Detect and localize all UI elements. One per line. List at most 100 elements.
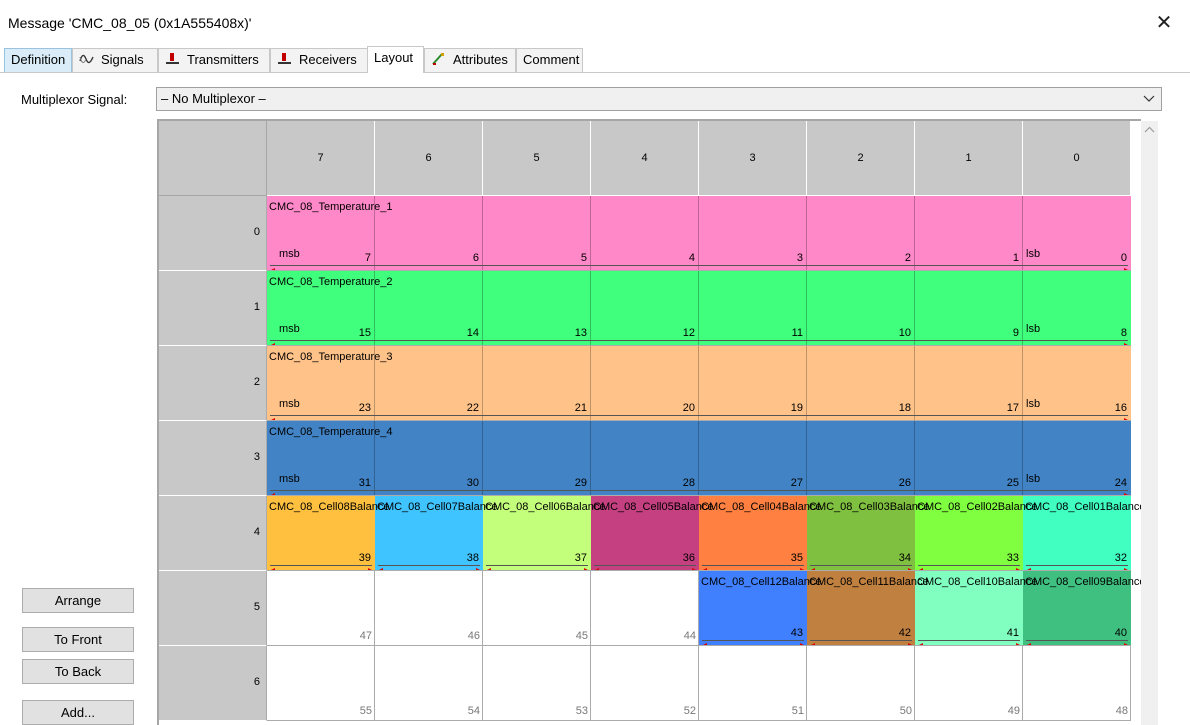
signal-span-line: [270, 415, 1128, 416]
to-front-button[interactable]: To Front: [22, 627, 134, 652]
msb-label: msb: [279, 248, 300, 260]
bit-cell[interactable]: 47: [267, 571, 375, 646]
byte-row-header: 1: [159, 271, 267, 346]
tab-signals[interactable]: Signals: [72, 48, 158, 72]
bit-number: 21: [574, 402, 587, 414]
bit-number: 44: [683, 630, 696, 642]
bit-number: 46: [467, 630, 480, 642]
bit-divider: [698, 346, 699, 420]
msb-label: msb: [279, 398, 300, 410]
bit-number: 26: [898, 477, 911, 489]
bit-cell[interactable]: 48: [1023, 646, 1131, 721]
signal-span-line: [270, 265, 1128, 266]
signal-name: CMC_08_Temperature_4: [269, 426, 393, 438]
tab-comment[interactable]: Comment: [516, 48, 583, 72]
signal-name: CMC_08_Cell01Balance: [1025, 501, 1141, 513]
scroll-up-icon[interactable]: [1141, 121, 1158, 138]
arrow-right-icon: [368, 563, 374, 570]
tab-attributes[interactable]: Attributes: [424, 48, 516, 72]
bit-number: 50: [899, 705, 912, 717]
arrow-left-icon: [377, 563, 383, 570]
arrow-left-icon: [269, 263, 275, 270]
tab-definition[interactable]: Definition: [4, 48, 72, 72]
transmitter-icon: [165, 51, 181, 65]
signal-span-line: [378, 565, 480, 566]
bit-number: 6: [472, 252, 479, 264]
vertical-scrollbar[interactable]: [1141, 121, 1158, 725]
arrow-right-icon: [1124, 563, 1130, 570]
arrow-right-icon: [1124, 488, 1130, 495]
bit-divider: [1022, 421, 1023, 495]
bit-cell[interactable]: 45: [483, 571, 591, 646]
arrange-button[interactable]: Arrange: [22, 588, 134, 613]
signal-span-line: [270, 565, 372, 566]
to-back-button[interactable]: To Back: [22, 659, 134, 684]
tab-signals-label: Signals: [101, 52, 144, 67]
byte-row-header: 0: [159, 196, 267, 271]
signal-span-line: [918, 640, 1020, 641]
bit-cell[interactable]: 46: [375, 571, 483, 646]
bit-cell[interactable]: 44: [591, 571, 699, 646]
bit-number: 29: [574, 477, 587, 489]
signal-name: CMC_08_Cell11Balance: [809, 576, 929, 588]
bit-divider: [914, 421, 915, 495]
arrow-left-icon: [593, 563, 599, 570]
bit-number: 9: [1012, 327, 1019, 339]
signal-name: CMC_08_Cell07Balance: [377, 501, 498, 513]
byte-row-header: 3: [159, 421, 267, 496]
arrow-right-icon: [476, 563, 482, 570]
bit-cell[interactable]: 55: [267, 646, 375, 721]
bit-cell[interactable]: 54: [375, 646, 483, 721]
bit-number: 27: [790, 477, 803, 489]
bit-divider: [698, 421, 699, 495]
bit-number: 53: [575, 705, 588, 717]
lsb-label: lsb: [1026, 248, 1041, 260]
add-button[interactable]: Add...: [22, 700, 134, 725]
bit-cell[interactable]: 52: [591, 646, 699, 721]
bit-cell[interactable]: 49: [915, 646, 1023, 721]
close-icon[interactable]: ✕: [1152, 12, 1176, 36]
bit-divider: [482, 196, 483, 270]
tab-transmitters[interactable]: Transmitters: [158, 48, 270, 72]
tab-attributes-label: Attributes: [453, 52, 508, 67]
signal-span-line: [702, 565, 804, 566]
byte-row-header: 6: [159, 646, 267, 721]
bit-header: 7: [267, 121, 375, 196]
signal-span-line: [810, 565, 912, 566]
arrow-right-icon: [692, 563, 698, 570]
arrow-left-icon: [809, 638, 815, 645]
bit-number: 11: [791, 327, 803, 339]
bit-divider: [806, 421, 807, 495]
multiplexor-value: – No Multiplexor –: [161, 91, 266, 106]
tab-layout[interactable]: Layout: [367, 46, 424, 73]
bit-header: 0: [1023, 121, 1131, 196]
signal-span-line: [918, 565, 1020, 566]
multiplexor-select[interactable]: – No Multiplexor –: [156, 87, 1162, 111]
arrow-right-icon: [908, 563, 914, 570]
arrow-left-icon: [485, 563, 491, 570]
arrow-left-icon: [269, 338, 275, 345]
byte-row-header: 5: [159, 571, 267, 646]
bit-cell[interactable]: 51: [699, 646, 807, 721]
bit-number: 15: [358, 327, 371, 339]
bit-number: 30: [466, 477, 479, 489]
signal-block[interactable]: 31 30 29 28 27 26 25 24 msb lsb: [267, 421, 1131, 495]
arrow-right-icon: [584, 563, 590, 570]
bit-cell[interactable]: 50: [807, 646, 915, 721]
lsb-label: lsb: [1026, 323, 1041, 335]
arrow-right-icon: [908, 638, 914, 645]
tab-receivers[interactable]: Receivers: [270, 48, 370, 72]
bit-divider: [1022, 196, 1023, 270]
bit-cell[interactable]: 53: [483, 646, 591, 721]
signal-block[interactable]: 15 14 13 12 11 10 9 8 msb lsb: [267, 271, 1131, 345]
bit-number: 1: [1012, 252, 1019, 264]
bit-divider: [698, 271, 699, 345]
bit-number: 47: [359, 630, 372, 642]
signal-block[interactable]: 23 22 21 20 19 18 17 16 msb lsb: [267, 346, 1131, 420]
byte-row-label: 6: [253, 676, 260, 688]
bit-number: 49: [1007, 705, 1020, 717]
signal-block[interactable]: 7 6 5 4 3 2 1 0 msb lsb: [267, 196, 1131, 270]
signal-name: CMC_08_Cell12Balance: [701, 576, 822, 588]
attributes-icon: [431, 51, 447, 65]
arrow-right-icon: [800, 563, 806, 570]
